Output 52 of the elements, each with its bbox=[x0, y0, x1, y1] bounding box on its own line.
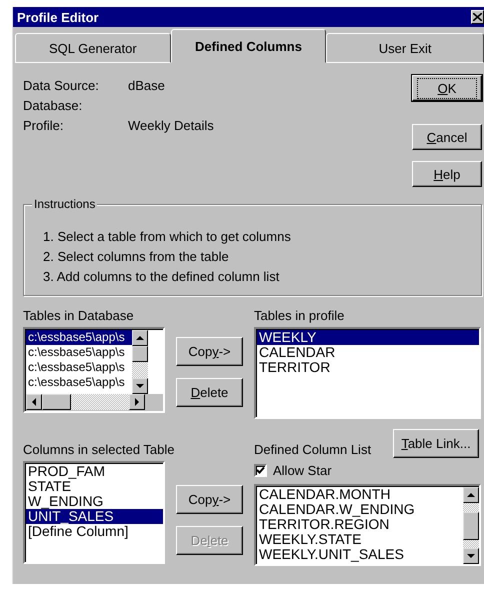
close-icon bbox=[473, 13, 482, 21]
close-button[interactable] bbox=[471, 10, 484, 24]
scrollbar[interactable] bbox=[463, 487, 479, 564]
list-item[interactable]: TERRITOR.REGION bbox=[257, 517, 463, 532]
list-item[interactable]: CALENDAR.MONTH bbox=[257, 487, 463, 502]
list-item[interactable]: c:\essbase5\app\s bbox=[26, 345, 132, 360]
list-item[interactable]: UNIT_SALES bbox=[26, 509, 163, 524]
table-link-button[interactable]: Table Link... bbox=[393, 429, 479, 458]
list-item[interactable]: PROD_FAM bbox=[26, 464, 163, 479]
list-item[interactable]: c:\essbase5\app\s bbox=[26, 330, 132, 345]
window-title: Profile Editor bbox=[17, 10, 99, 24]
list-item[interactable]: TERRITOR bbox=[257, 360, 479, 375]
field-value: dBase bbox=[128, 78, 165, 92]
field-value: Weekly Details bbox=[128, 118, 214, 132]
list-item[interactable]: W_ENDING bbox=[26, 494, 163, 509]
list-label: Tables in Database bbox=[23, 308, 134, 324]
list-item[interactable]: CALENDAR bbox=[257, 345, 479, 360]
list-item[interactable]: [Define Column] bbox=[26, 524, 163, 539]
list-button[interactable]: Copy-> bbox=[176, 485, 243, 514]
tab[interactable]: Defined Columns bbox=[170, 29, 326, 63]
list-item[interactable]: CALENDAR.W_ENDING bbox=[257, 502, 463, 517]
tab[interactable]: User Exit bbox=[326, 33, 484, 63]
dialog-button[interactable]: Cancel bbox=[412, 124, 482, 150]
field-label: Profile: bbox=[23, 118, 64, 132]
instruction-text: 3. Add columns to the defined column list bbox=[43, 268, 280, 286]
list-item[interactable]: c:\essbase5\app\s bbox=[26, 360, 132, 375]
field-label: Data Source: bbox=[23, 78, 100, 92]
profile-listbox[interactable]: WEEKLY CALENDAR TERRITOR bbox=[254, 327, 481, 419]
list-item[interactable]: WEEKLY.UNIT_SALES bbox=[257, 547, 463, 562]
list-label: Columns in selected Table bbox=[23, 442, 175, 458]
scrollbar[interactable] bbox=[132, 330, 148, 394]
dialog-button[interactable]: Help bbox=[412, 161, 482, 187]
instruction-text: 1. Select a table from which to get columns bbox=[43, 228, 292, 246]
list-label: Tables in profile bbox=[254, 308, 344, 324]
list-item[interactable]: WEEKLY bbox=[257, 330, 479, 345]
columns-listbox[interactable]: PROD_FAM STATE W_ENDING UNIT_SALES [Define Column] bbox=[23, 461, 165, 564]
group-title: Instructions bbox=[32, 197, 98, 211]
scrollbar[interactable] bbox=[26, 394, 145, 410]
tab[interactable]: SQL Generator bbox=[15, 33, 171, 63]
instruction-text: 2. Select columns from the table bbox=[43, 248, 230, 266]
checkbox-label: Allow Star bbox=[273, 462, 332, 478]
list-item[interactable]: STATE bbox=[26, 479, 163, 494]
list-item[interactable]: WEEKLY.STATE bbox=[257, 532, 463, 547]
field-label: Database: bbox=[23, 98, 84, 112]
checkbox[interactable] bbox=[254, 464, 267, 476]
list-button[interactable]: Copy-> bbox=[176, 337, 243, 366]
list-button[interactable]: Delete bbox=[176, 378, 243, 407]
tables-listbox[interactable]: c:\essbase5\app\s c:\essbase5\app\s c:\essbase5\app\s c:\essbase5\app\s bbox=[23, 327, 165, 413]
list-label: Defined Column List bbox=[254, 442, 372, 458]
dialog-button[interactable]: OK bbox=[412, 75, 482, 101]
list-item[interactable]: c:\essbase5\app\s bbox=[26, 375, 132, 390]
defined-columns-listbox[interactable]: CALENDAR.MONTH CALENDAR.W_ENDING TERRITOR.REGION WEEKLY.STATE WEEKLY.UNIT_SALES bbox=[254, 484, 481, 566]
